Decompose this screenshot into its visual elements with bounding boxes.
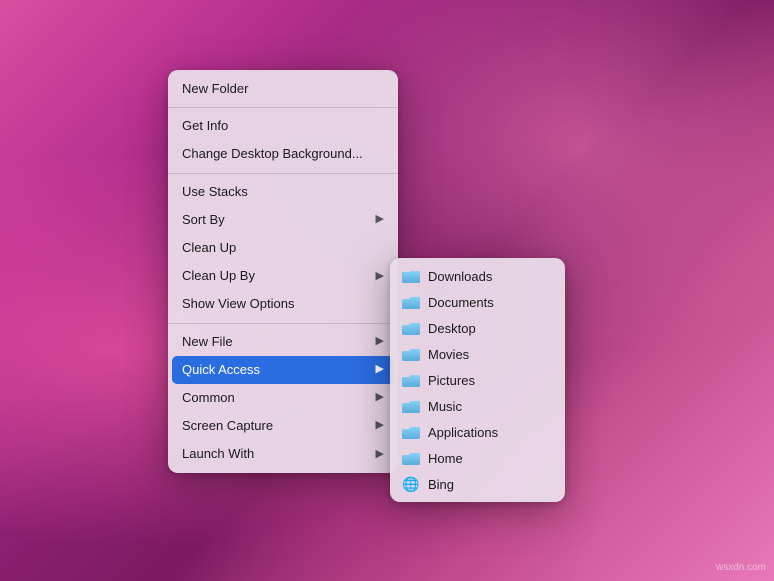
separator-2 [168, 173, 398, 174]
arrow-icon: ▶ [376, 390, 384, 405]
menu-item-new-folder[interactable]: New Folder [168, 75, 398, 103]
menu-item-new-file[interactable]: New File ▶ [168, 328, 398, 356]
submenu-item-music[interactable]: Music [390, 393, 565, 419]
menu-item-get-info[interactable]: Get Info [168, 112, 398, 140]
menu-item-use-stacks[interactable]: Use Stacks [168, 178, 398, 206]
folder-icon [402, 424, 420, 440]
menu-item-quick-access[interactable]: Quick Access ▶ [172, 356, 394, 384]
submenu-item-downloads[interactable]: Downloads [390, 263, 565, 289]
menu-item-sort-by[interactable]: Sort By ▶ [168, 206, 398, 234]
menu-item-clean-up-by[interactable]: Clean Up By ▶ [168, 262, 398, 290]
submenu-item-documents[interactable]: Documents [390, 289, 565, 315]
menu-item-show-view-options[interactable]: Show View Options [168, 290, 398, 318]
submenu-item-pictures[interactable]: Pictures [390, 367, 565, 393]
menu-item-launch-with[interactable]: Launch With ▶ [168, 440, 398, 468]
submenu-item-bing[interactable]: 🌐 Bing [390, 471, 565, 497]
separator-1 [168, 107, 398, 108]
folder-icon [402, 320, 420, 336]
submenu-item-desktop[interactable]: Desktop [390, 315, 565, 341]
globe-icon: 🌐 [402, 476, 420, 492]
menu-item-clean-up[interactable]: Clean Up [168, 234, 398, 262]
arrow-icon: ▶ [376, 418, 384, 433]
arrow-icon: ▶ [376, 269, 384, 284]
folder-icon [402, 398, 420, 414]
folder-icon [402, 294, 420, 310]
separator-3 [168, 323, 398, 324]
context-menu: New Folder Get Info Change Desktop Backg… [168, 70, 398, 473]
submenu-item-movies[interactable]: Movies [390, 341, 565, 367]
folder-icon [402, 450, 420, 466]
menu-item-change-desktop-bg[interactable]: Change Desktop Background... [168, 140, 398, 168]
arrow-icon: ▶ [376, 334, 384, 349]
folder-icon [402, 372, 420, 388]
folder-icon [402, 268, 420, 284]
arrow-icon: ▶ [376, 212, 384, 227]
submenu-item-home[interactable]: Home [390, 445, 565, 471]
menu-item-screen-capture[interactable]: Screen Capture ▶ [168, 412, 398, 440]
submenu-quick-access: Downloads Documents [390, 258, 565, 502]
menu-item-common[interactable]: Common ▶ [168, 384, 398, 412]
arrow-icon: ▶ [376, 362, 384, 377]
submenu-item-applications[interactable]: Applications [390, 419, 565, 445]
watermark: wsxdn.com [716, 562, 766, 573]
arrow-icon: ▶ [376, 447, 384, 462]
folder-icon [402, 346, 420, 362]
